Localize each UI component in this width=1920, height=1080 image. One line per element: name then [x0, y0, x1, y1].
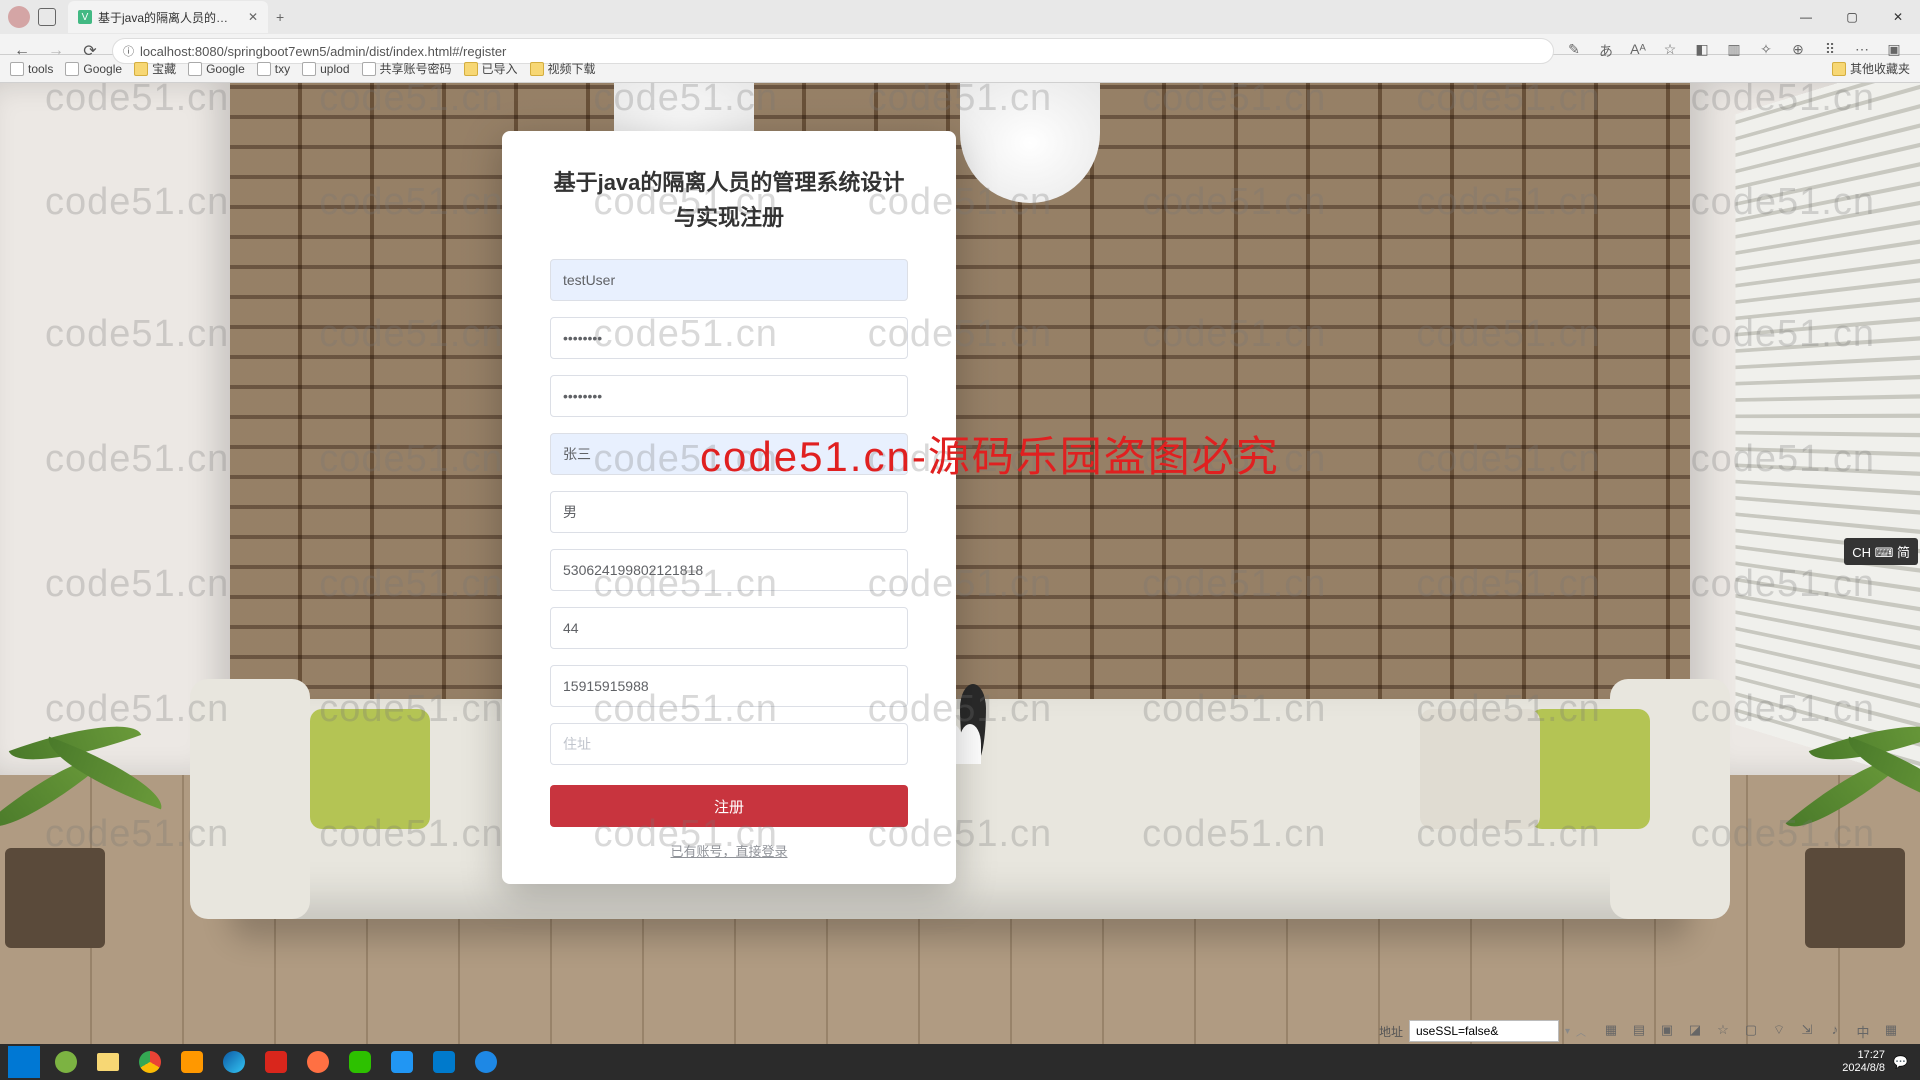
taskbar-app-blue[interactable] — [382, 1046, 422, 1078]
window-controls: — ▢ ✕ — [1784, 2, 1920, 32]
more-icon[interactable]: ⠿ — [1820, 41, 1840, 61]
back-button[interactable]: ← — [10, 39, 34, 63]
bookmark-share[interactable]: 共享账号密码 — [362, 60, 452, 77]
background-room — [0, 83, 1920, 1044]
maximize-button[interactable]: ▢ — [1830, 2, 1874, 32]
taskbar-app-orange[interactable] — [298, 1046, 338, 1078]
db-icon[interactable]: ▤ — [1630, 1022, 1648, 1041]
taskbar-edge[interactable] — [214, 1046, 254, 1078]
register-card: 基于java的隔离人员的管理系统设计与实现注册 注册 已有账号，直接登录 — [502, 131, 956, 884]
ime-badge[interactable]: CH ⌨ 简 — [1844, 538, 1918, 565]
shield-icon[interactable]: ▦ — [1602, 1022, 1620, 1041]
taskbar-browser-green[interactable] — [46, 1046, 86, 1078]
taskbar-explorer[interactable] — [88, 1046, 128, 1078]
chevron-up-icon[interactable]: ︿ — [1576, 1024, 1586, 1039]
phone-input[interactable] — [550, 665, 908, 707]
close-button[interactable]: ✕ — [1876, 2, 1920, 32]
workspace-icon[interactable] — [38, 8, 56, 26]
taskbar-chrome[interactable] — [130, 1046, 170, 1078]
bookmark-other[interactable]: 其他收藏夹 — [1832, 60, 1910, 77]
star-icon[interactable]: ☆ — [1714, 1022, 1732, 1041]
system-tray[interactable]: 17:27 2024/8/8 💬 — [1842, 1049, 1916, 1075]
bookmark-video[interactable]: 视频下载 — [530, 60, 596, 77]
taskbar-sublime[interactable] — [172, 1046, 212, 1078]
username-input[interactable] — [550, 259, 908, 301]
taskbar-wechat[interactable] — [340, 1046, 380, 1078]
chart-icon[interactable]: ◪ — [1686, 1022, 1704, 1041]
bookmark-google2[interactable]: Google — [188, 62, 245, 76]
tab-bar: V 基于java的隔离人员的管理系统设 ✕ + — ▢ ✕ — [0, 0, 1920, 34]
browser-tab[interactable]: V 基于java的隔离人员的管理系统设 ✕ — [68, 1, 268, 33]
browser-chrome: V 基于java的隔离人员的管理系统设 ✕ + — ▢ ✕ ← → ⟳ ⓘ lo… — [0, 0, 1920, 55]
close-tab-icon[interactable]: ✕ — [248, 10, 258, 24]
folder-icon[interactable]: ▢ — [1742, 1022, 1760, 1041]
text-size-icon[interactable]: Aᴬ — [1628, 41, 1648, 61]
tab-title: 基于java的隔离人员的管理系统设 — [98, 9, 240, 26]
address-bar[interactable]: ⓘ localhost:8080/springboot7ewn5/admin/d… — [112, 38, 1554, 64]
bookmark-treasure[interactable]: 宝藏 — [134, 60, 176, 77]
address-input[interactable] — [550, 723, 908, 765]
toolbar-icons: ✎ あ Aᴬ ☆ ◧ ▥ ✧ ⊕ ⠿ ⋯ ▣ — [1564, 41, 1910, 61]
taskbar: 17:27 2024/8/8 💬 — [0, 1044, 1920, 1080]
link-icon[interactable]: ⇲ — [1798, 1022, 1816, 1041]
realname-input[interactable] — [550, 433, 908, 475]
profile-avatar[interactable] — [8, 6, 30, 28]
card-title: 基于java的隔离人员的管理系统设计与实现注册 — [550, 165, 908, 235]
minimize-button[interactable]: — — [1784, 2, 1828, 32]
audio-icon[interactable]: ♪ — [1826, 1022, 1844, 1041]
login-link[interactable]: 已有账号，直接登录 — [550, 841, 908, 860]
status-label: 地址 — [1379, 1023, 1403, 1040]
gender-input[interactable] — [550, 491, 908, 533]
age-input[interactable] — [550, 607, 908, 649]
menu-icon[interactable]: ⋯ — [1852, 41, 1872, 61]
notification-icon[interactable]: 💬 — [1893, 1055, 1908, 1069]
sync-icon[interactable]: ⊕ — [1788, 41, 1808, 61]
grid-icon[interactable]: ▦ — [1882, 1022, 1900, 1041]
cube-icon[interactable]: ◧ — [1692, 41, 1712, 61]
bookmark-tools[interactable]: tools — [10, 62, 53, 76]
favicon-icon: V — [78, 10, 92, 24]
edit-icon[interactable]: ✎ — [1564, 41, 1584, 61]
dropdown-icon[interactable]: ▾ — [1565, 1026, 1570, 1037]
ant-icon[interactable]: ▣ — [1658, 1022, 1676, 1041]
bookmark-upload[interactable]: uplod — [302, 62, 349, 76]
bookmark-txy[interactable]: txy — [257, 62, 290, 76]
taskbar-vscode[interactable] — [424, 1046, 464, 1078]
url-text: localhost:8080/springboot7ewn5/admin/dis… — [140, 44, 506, 59]
start-button[interactable] — [4, 1046, 44, 1078]
cn-icon[interactable]: 中 — [1854, 1022, 1872, 1041]
confirm-password-input[interactable] — [550, 375, 908, 417]
password-input[interactable] — [550, 317, 908, 359]
bookmark-google[interactable]: Google — [65, 62, 122, 76]
wifi-icon[interactable]: ⌔ — [1770, 1022, 1788, 1041]
favorite-icon[interactable]: ☆ — [1660, 41, 1680, 61]
register-button[interactable]: 注册 — [550, 785, 908, 827]
status-bar: 地址 ▾ ︿ ▦ ▤ ▣ ◪ ☆ ▢ ⌔ ⇲ ♪ 中 ▦ — [1379, 1018, 1900, 1044]
tray-clock[interactable]: 17:27 2024/8/8 — [1842, 1049, 1885, 1075]
sidebar-icon[interactable]: ▣ — [1884, 41, 1904, 61]
forward-button[interactable]: → — [44, 39, 68, 63]
translate-icon[interactable]: あ — [1596, 41, 1616, 61]
status-input[interactable] — [1409, 1020, 1559, 1042]
site-info-icon[interactable]: ⓘ — [123, 43, 134, 59]
bookmark-imported[interactable]: 已导入 — [464, 60, 518, 77]
page-content: code51.cncode51.cncode51.cncode51.cncode… — [0, 83, 1920, 1044]
extensions-icon[interactable]: ✧ — [1756, 41, 1776, 61]
taskbar-qq[interactable] — [466, 1046, 506, 1078]
taskbar-wps[interactable] — [256, 1046, 296, 1078]
refresh-button[interactable]: ⟳ — [78, 39, 102, 63]
idcard-input[interactable] — [550, 549, 908, 591]
new-tab-button[interactable]: + — [276, 9, 284, 25]
collections-icon[interactable]: ▥ — [1724, 41, 1744, 61]
